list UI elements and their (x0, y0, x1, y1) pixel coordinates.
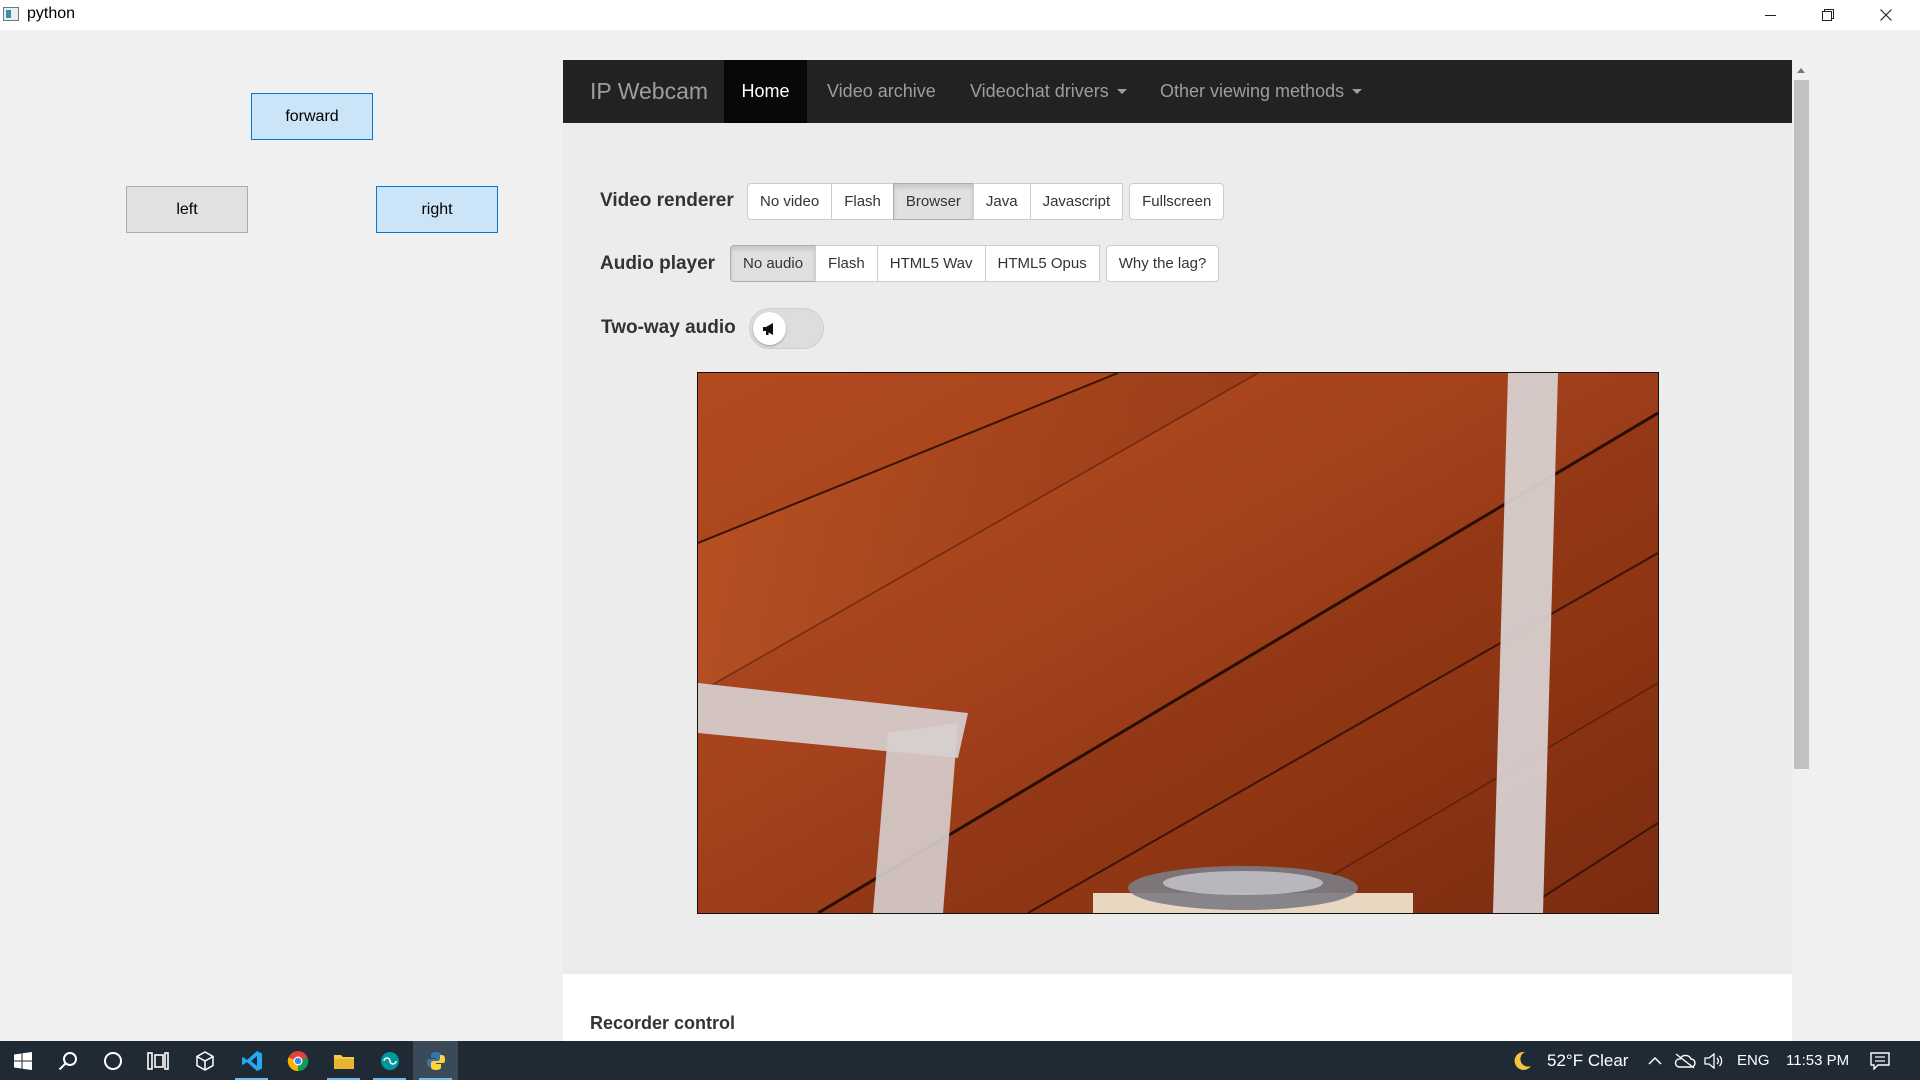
audio-player-no-audio[interactable]: No audio (730, 245, 817, 282)
forward-button[interactable]: forward (251, 93, 373, 140)
window-title-bar: python (0, 0, 1920, 30)
vertical-scrollbar[interactable] (1792, 60, 1810, 1041)
right-button[interactable]: right (376, 186, 498, 233)
caret-down-icon (1352, 89, 1363, 94)
recorder-panel: Recorder control (563, 974, 1792, 1041)
task-view-button[interactable] (135, 1041, 180, 1080)
taskbar-vscode[interactable] (229, 1041, 274, 1080)
taskbar-arduino[interactable] (367, 1041, 412, 1080)
minimize-button[interactable] (1741, 0, 1799, 30)
two-way-audio-toggle[interactable] (749, 308, 824, 349)
webcam-frame-image (698, 373, 1658, 913)
toggle-knob (753, 312, 786, 345)
audio-player-group: No audio Flash HTML5 Wav HTML5 Opus Why … (730, 245, 1220, 282)
restore-button[interactable] (1799, 0, 1857, 30)
video-renderer-group: No video Flash Browser Java Javascript F… (747, 183, 1225, 220)
video-renderer-flash[interactable]: Flash (831, 183, 894, 220)
recorder-control-title: Recorder control (590, 1013, 736, 1033)
video-stream (697, 372, 1659, 914)
nav-videochat-drivers-label: Videochat drivers (970, 81, 1109, 101)
left-button[interactable]: left (126, 186, 248, 233)
speaker-icon (1704, 1052, 1723, 1069)
nav-videochat-drivers[interactable]: Videochat drivers (970, 60, 1127, 123)
show-hidden-icons-button[interactable] (1643, 1041, 1667, 1080)
scroll-up-arrow-icon[interactable] (1797, 68, 1805, 73)
chevron-up-icon (1648, 1056, 1662, 1065)
close-icon (1880, 9, 1892, 21)
why-the-lag-button[interactable]: Why the lag? (1105, 245, 1220, 282)
video-renderer-javascript[interactable]: Javascript (1029, 183, 1124, 220)
task-view-icon (146, 1051, 169, 1070)
chrome-icon (287, 1050, 308, 1071)
arduino-icon (380, 1051, 399, 1070)
volume-control[interactable] (1700, 1041, 1728, 1080)
audio-player-html5-wav[interactable]: HTML5 Wav (876, 245, 986, 282)
input-language[interactable]: ENG (1737, 1041, 1770, 1080)
taskbar-3d-app[interactable] (182, 1041, 227, 1080)
cloud-offline-icon (1674, 1052, 1696, 1069)
fullscreen-button[interactable]: Fullscreen (1129, 183, 1225, 220)
python-app-icon (3, 7, 19, 21)
search-button[interactable] (45, 1041, 90, 1080)
moon-icon (1514, 1051, 1531, 1070)
windows-logo-icon (13, 1051, 32, 1070)
navbar: IP Webcam Home Video archive Videochat d… (563, 60, 1792, 123)
video-renderer-label: Video renderer (600, 190, 734, 211)
python-icon (426, 1051, 445, 1070)
restore-icon (1822, 9, 1834, 21)
scrollbar-thumb[interactable] (1794, 80, 1809, 769)
two-way-audio-label: Two-way audio (601, 317, 736, 338)
start-button[interactable] (0, 1041, 45, 1080)
audio-player-flash[interactable]: Flash (815, 245, 878, 282)
nav-other-viewing-methods[interactable]: Other viewing methods (1160, 60, 1363, 123)
audio-player-label: Audio player (600, 253, 716, 274)
windows-taskbar: 52°F Clear ENG 11:53 PM (0, 1041, 1920, 1080)
taskbar-chrome[interactable] (275, 1041, 320, 1080)
weather-widget-icon[interactable] (1501, 1041, 1543, 1080)
minimize-icon (1764, 14, 1776, 16)
caret-down-icon (1116, 89, 1127, 94)
ip-webcam-webview: IP Webcam Home Video archive Videochat d… (563, 60, 1792, 1041)
cube-icon (195, 1050, 214, 1071)
action-center-button[interactable] (1857, 1041, 1902, 1080)
video-renderer-java[interactable]: Java (972, 183, 1031, 220)
video-renderer-no-video[interactable]: No video (747, 183, 833, 220)
weather-text[interactable]: 52°F Clear (1547, 1041, 1628, 1080)
taskbar-python[interactable] (413, 1041, 458, 1080)
nav-video-archive[interactable]: Video archive (827, 60, 936, 123)
nav-other-viewing-methods-label: Other viewing methods (1160, 81, 1345, 101)
nav-home[interactable]: Home (724, 60, 807, 123)
taskbar-file-explorer[interactable] (321, 1041, 366, 1080)
network-status[interactable] (1671, 1041, 1699, 1080)
cortana-circle-icon (103, 1051, 122, 1070)
megaphone-icon (762, 322, 773, 335)
window-title: python (27, 5, 76, 22)
notification-icon (1869, 1051, 1890, 1070)
brand-link[interactable]: IP Webcam (590, 60, 708, 123)
vscode-icon (241, 1050, 262, 1071)
clock[interactable]: 11:53 PM (1786, 1041, 1849, 1080)
close-button[interactable] (1857, 0, 1915, 30)
cortana-button[interactable] (90, 1041, 135, 1080)
audio-player-html5-opus[interactable]: HTML5 Opus (984, 245, 1100, 282)
video-renderer-browser[interactable]: Browser (892, 183, 974, 220)
folder-icon (333, 1054, 354, 1069)
search-icon (58, 1051, 77, 1070)
